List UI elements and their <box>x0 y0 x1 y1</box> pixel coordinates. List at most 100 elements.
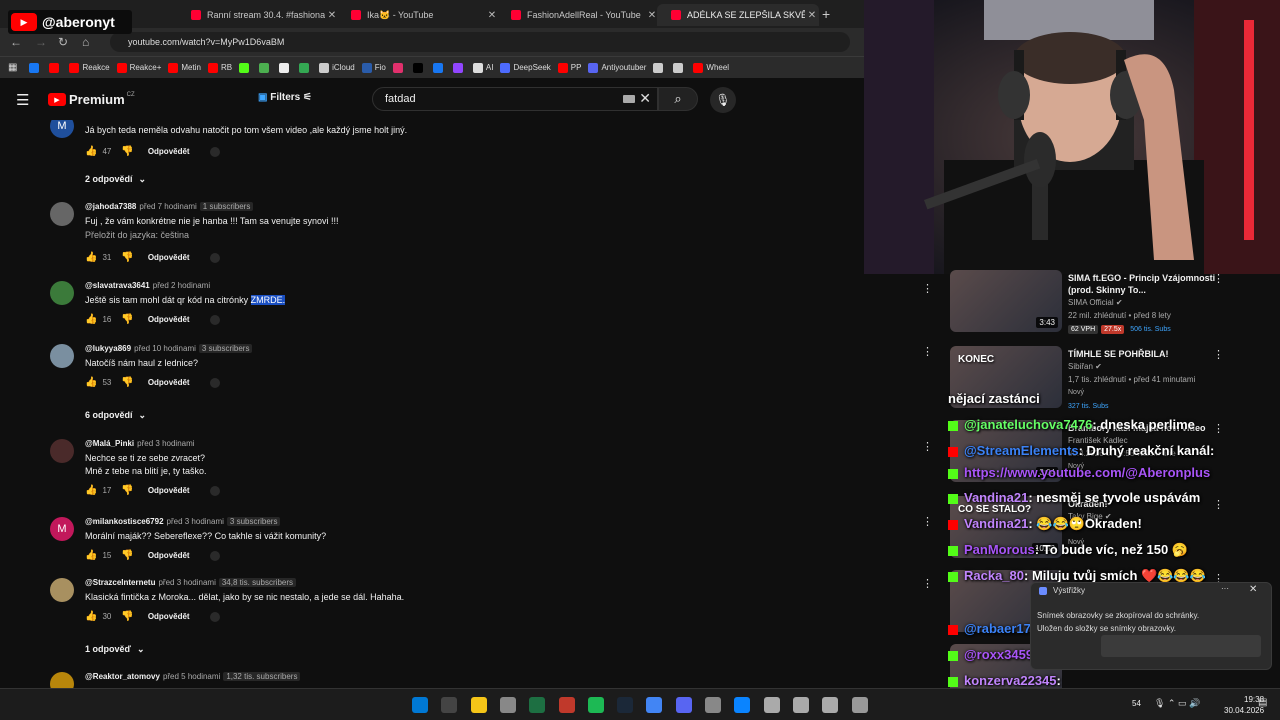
bookmark-item[interactable]: PP <box>557 62 581 73</box>
app-icon[interactable] <box>763 697 780 713</box>
more-actions-icon[interactable]: ⋮ <box>922 282 933 295</box>
app-icon[interactable] <box>792 697 809 713</box>
obs-icon[interactable] <box>558 697 575 713</box>
reply-button[interactable]: Odpovědět <box>148 551 190 560</box>
thumbs-up-icon[interactable]: 👍 <box>85 146 97 157</box>
search-input[interactable]: fatdad ✕ <box>372 87 658 111</box>
more-actions-icon[interactable]: ⋮ <box>922 440 933 453</box>
comment-author[interactable]: @jahoda7388 <box>85 202 136 211</box>
creator-heart-icon[interactable] <box>209 485 220 496</box>
creator-heart-icon[interactable] <box>209 377 220 388</box>
show-replies-button[interactable]: 6 odpovědí ⌄ <box>85 410 146 421</box>
home-icon[interactable]: ⌂ <box>82 35 89 49</box>
creator-heart-icon[interactable] <box>209 314 220 325</box>
bookmark-item[interactable]: Metin <box>168 62 201 73</box>
sidebar-video[interactable]: 3:43 SIMA ft.EGO - Princip Vzájomnosti (p… <box>950 270 1280 336</box>
file-explorer-icon[interactable] <box>470 697 487 713</box>
avatar[interactable] <box>50 344 74 368</box>
video-channel[interactable]: SIMA Official ✔ <box>1068 298 1123 307</box>
avatar[interactable] <box>50 672 74 688</box>
comment-author[interactable]: @StrazceInternetu <box>85 578 155 587</box>
reply-button[interactable]: Odpovědět <box>148 612 190 621</box>
video-thumbnail[interactable]: 3:43 <box>950 270 1062 332</box>
thumbs-down-icon[interactable]: 👎 <box>121 314 133 325</box>
notification-badge[interactable]: 54 <box>1132 699 1141 708</box>
url-field[interactable]: youtube.com/watch?v=MyPw1D6vaBM <box>110 32 850 52</box>
notifications-icon[interactable]: ▤ <box>1258 697 1267 708</box>
creator-heart-icon[interactable] <box>209 611 220 622</box>
bookmark-item[interactable]: Reakce+ <box>116 62 161 73</box>
avatar[interactable]: M <box>50 120 74 138</box>
reply-button[interactable]: Odpovědět <box>148 147 190 156</box>
settings-icon[interactable] <box>851 697 868 713</box>
reply-button[interactable]: Odpovědět <box>148 486 190 495</box>
apps-icon[interactable]: ▦ <box>8 62 17 73</box>
filters-button[interactable]: ▣ Filters ⚟ <box>258 92 312 103</box>
video-channel[interactable]: Sibiřan ✔ <box>1068 362 1102 371</box>
comment-author[interactable]: @milankostisce6792 <box>85 517 164 526</box>
comment-time[interactable]: před 3 hodinami <box>158 578 215 587</box>
bookmark-item[interactable] <box>673 62 686 73</box>
creator-heart-icon[interactable] <box>209 550 220 561</box>
show-replies-button[interactable]: 1 odpověď ⌄ <box>85 644 145 655</box>
browser-tab[interactable]: Ranní stream 30.4. #fashionade ✕ <box>177 4 339 26</box>
thumbs-up-icon[interactable]: 👍 <box>85 611 97 622</box>
comment-author[interactable]: @lukyya869 <box>85 344 131 353</box>
app-icon[interactable] <box>705 697 721 713</box>
reload-icon[interactable]: ↻ <box>58 35 68 49</box>
reply-button[interactable]: Odpovědět <box>148 253 190 262</box>
snipping-tool-notification[interactable]: Výstřižky ··· ✕ Snímek obrazovky se zkop… <box>1030 582 1272 670</box>
comment-author[interactable]: @Malá_Pinki <box>85 439 134 448</box>
bookmark-item[interactable] <box>49 62 62 73</box>
thumbs-down-icon[interactable]: 👎 <box>121 146 133 157</box>
comment-time[interactable]: před 5 hodinami <box>163 672 220 681</box>
comment-time[interactable]: před 3 hodinami <box>137 439 194 448</box>
more-actions-icon[interactable]: ⋮ <box>922 345 933 358</box>
bookmark-item[interactable]: Fio <box>361 62 386 73</box>
thumbs-down-icon[interactable]: 👎 <box>121 485 133 496</box>
browser-tab[interactable]: ADÉLKA SE ZLEPŠILA SKVĚLÝ HOUS✕ <box>657 4 819 26</box>
thumbs-down-icon[interactable]: 👎 <box>121 611 133 622</box>
thumbs-down-icon[interactable]: 👎 <box>121 550 133 561</box>
comment-time[interactable]: před 2 hodinami <box>153 281 210 290</box>
browser-tab[interactable]: Ika🐱 - YouTube ✕ <box>337 4 499 26</box>
bookmark-item[interactable]: Antiyoutuber <box>588 62 646 73</box>
comment-time[interactable]: před 10 hodinami <box>134 344 196 353</box>
avatar[interactable]: M <box>50 517 74 541</box>
excel-icon[interactable] <box>529 697 546 713</box>
back-icon[interactable]: ← <box>10 35 22 49</box>
forward-icon[interactable]: → <box>35 35 47 49</box>
windows-start-icon[interactable] <box>412 697 428 713</box>
reply-button[interactable]: Odpovědět <box>148 315 190 324</box>
screenshot-preview[interactable] <box>1101 635 1261 657</box>
thumbs-up-icon[interactable]: 👍 <box>85 314 97 325</box>
bookmark-item[interactable] <box>299 62 312 73</box>
keyboard-icon[interactable] <box>623 95 635 103</box>
toast-close-icon[interactable]: ✕ <box>1249 584 1257 595</box>
menu-icon[interactable]: ☰ <box>16 91 29 109</box>
thumbs-down-icon[interactable]: 👎 <box>121 252 133 263</box>
thumbs-up-icon[interactable]: 👍 <box>85 550 97 561</box>
youtube-premium-logo[interactable]: ▶ Premium CZ <box>48 92 135 107</box>
avatar[interactable] <box>50 439 74 463</box>
bookmark-item[interactable]: iCloud <box>319 62 355 73</box>
bookmark-item[interactable] <box>29 62 42 73</box>
bookmark-item[interactable] <box>279 62 292 73</box>
bookmark-item[interactable] <box>653 62 666 73</box>
video-title[interactable]: TÍMHLE SE POHŘBILA! <box>1068 348 1218 360</box>
voice-search-button[interactable]: 🎙 <box>710 87 736 113</box>
comment-author[interactable]: @Reaktor_atomovy <box>85 672 160 681</box>
chrome-icon[interactable] <box>646 697 663 713</box>
show-replies-button[interactable]: 2 odpovědí ⌄ <box>85 174 146 185</box>
translate-link[interactable]: Přeložit do jazyka: čeština <box>85 230 189 240</box>
browser-tab[interactable]: FashionAdellReal - YouTube ✕ <box>497 4 659 26</box>
creator-heart-icon[interactable] <box>209 146 220 157</box>
thumbs-up-icon[interactable]: 👍 <box>85 485 97 496</box>
comment-time[interactable]: před 7 hodinami <box>139 202 196 211</box>
new-tab-button[interactable]: + <box>822 6 830 22</box>
tray-icons[interactable]: 🎙 ⌃ ▭ 🔊 <box>1154 698 1200 709</box>
selected-text[interactable]: ZMRDE. <box>250 295 286 305</box>
search-button[interactable]: ⌕ <box>658 87 698 111</box>
clear-search-icon[interactable]: ✕ <box>639 90 651 107</box>
bookmark-item[interactable]: Reakce <box>69 62 110 73</box>
